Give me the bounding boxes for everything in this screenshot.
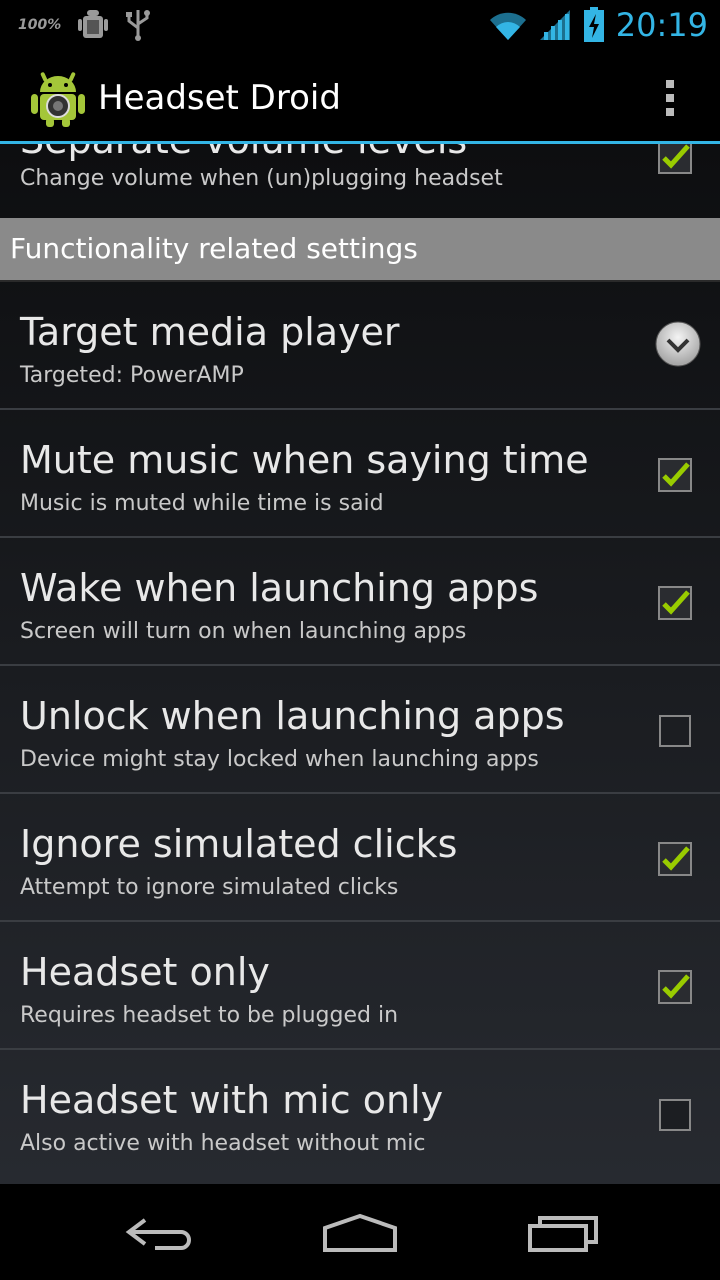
navigation-bar	[0, 1184, 720, 1280]
checkbox-checked-icon[interactable]	[658, 842, 692, 876]
home-icon[interactable]	[315, 1202, 405, 1262]
overflow-menu-icon[interactable]	[660, 76, 680, 120]
preference-title: Wake when launching apps	[20, 566, 539, 610]
preference-title: Target media player	[20, 310, 400, 354]
checkbox-unchecked-icon[interactable]	[658, 714, 692, 748]
preference-title: Ignore simulated clicks	[20, 822, 458, 866]
preference-summary: Also active with headset without mic	[20, 1131, 426, 1156]
preference-summary: Device might stay locked when launching …	[20, 747, 539, 772]
preference-summary: Screen will turn on when launching apps	[20, 619, 467, 644]
preference-summary: Music is muted while time is said	[20, 491, 384, 516]
preference-title: Unlock when launching apps	[20, 694, 565, 738]
checkbox-checked-icon[interactable]	[658, 970, 692, 1004]
recent-apps-icon[interactable]	[518, 1202, 608, 1262]
battery-percent: 100%	[18, 17, 62, 33]
preference-item-unlock-launching[interactable]: Unlock when launching apps Device might …	[0, 666, 720, 794]
preference-item-headset-with-mic-only[interactable]: Headset with mic only Also active with h…	[0, 1050, 720, 1178]
preference-title: Mute music when saying time	[20, 438, 589, 482]
preference-item-target-media-player[interactable]: Target media player Targeted: PowerAMP	[0, 282, 720, 410]
preference-item-ignore-simulated-clicks[interactable]: Ignore simulated clicks Attempt to ignor…	[0, 794, 720, 922]
wifi-icon	[489, 12, 526, 41]
preference-item-headset-only[interactable]: Headset only Requires headset to be plug…	[0, 922, 720, 1050]
status-bar-right: 20:19	[488, 0, 708, 50]
preference-title: Separate volume levels	[20, 144, 467, 162]
action-bar: Headset Droid	[0, 50, 720, 144]
headset-droid-app-icon[interactable]	[28, 68, 88, 128]
checkbox-unchecked-icon[interactable]	[658, 1098, 692, 1132]
android-debug-icon	[78, 10, 109, 38]
chevron-down-icon[interactable]	[654, 320, 702, 368]
status-bar-left: 100%	[18, 0, 151, 50]
back-icon[interactable]	[115, 1202, 205, 1262]
signal-icon	[539, 10, 570, 40]
preference-summary: Attempt to ignore simulated clicks	[20, 875, 399, 900]
app-title: Headset Droid	[98, 78, 341, 118]
preference-list[interactable]: Separate volume levels Change volume whe…	[0, 144, 720, 1184]
checkbox-checked-icon[interactable]	[658, 144, 692, 174]
preference-summary: Requires headset to be plugged in	[20, 1003, 399, 1028]
category-header: Functionality related settings	[0, 218, 720, 282]
preference-item-wake-launching[interactable]: Wake when launching apps Screen will tur…	[0, 538, 720, 666]
checkbox-checked-icon[interactable]	[658, 458, 692, 492]
preference-item-separate-volume[interactable]: Separate volume levels Change volume whe…	[0, 144, 720, 218]
status-time: 20:19	[615, 6, 708, 44]
preference-title: Headset only	[20, 950, 270, 994]
preference-summary: Change volume when (un)plugging headset	[20, 166, 503, 191]
preference-summary: Targeted: PowerAMP	[20, 363, 244, 388]
preference-item-mute-music[interactable]: Mute music when saying time Music is mut…	[0, 410, 720, 538]
preference-title: Headset with mic only	[20, 1078, 444, 1122]
checkbox-checked-icon[interactable]	[658, 586, 692, 620]
usb-icon	[126, 10, 151, 41]
status-bar: 100% 20:19	[0, 0, 720, 50]
battery-charging-icon	[583, 7, 604, 42]
